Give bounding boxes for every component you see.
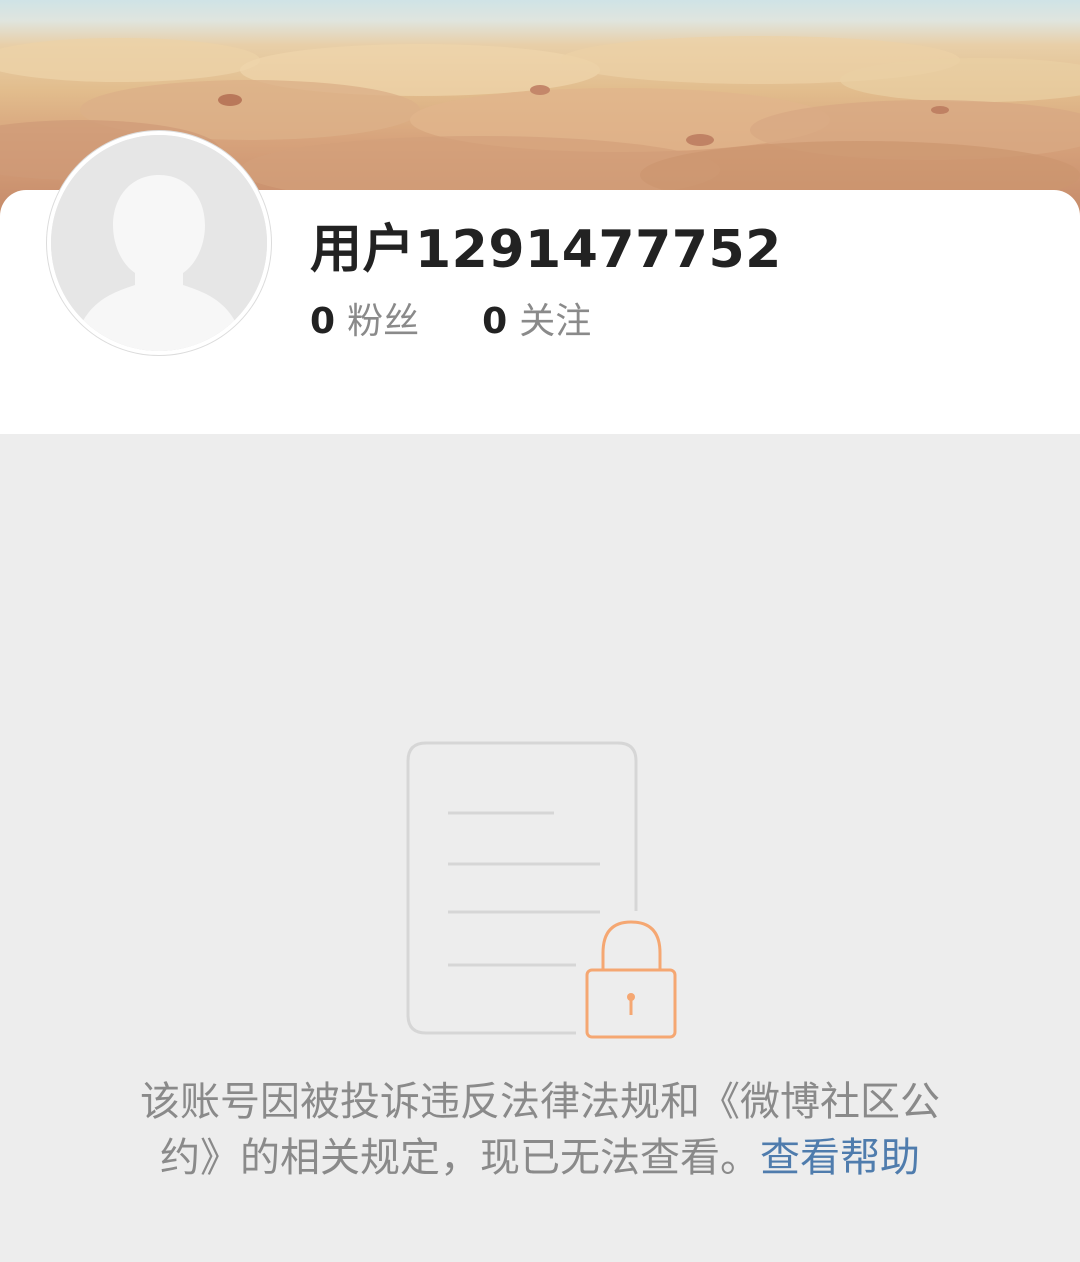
account-blocked-notice: 该账号因被投诉违反法律法规和《微博社区公 约》的相关规定，现已无法查看。查看帮助 bbox=[100, 1074, 980, 1186]
following-count: 0 bbox=[482, 301, 508, 342]
profile-stats: 0 粉丝 0 关注 bbox=[310, 296, 649, 348]
followers-label: 粉丝 bbox=[347, 301, 420, 342]
notice-line-2: 约》的相关规定，现已无法查看。查看帮助 bbox=[100, 1130, 980, 1186]
followers-stat[interactable]: 0 粉丝 bbox=[310, 296, 419, 354]
locked-document-icon bbox=[406, 741, 677, 1039]
lock-icon bbox=[585, 920, 677, 1039]
followers-count: 0 bbox=[310, 301, 336, 342]
view-help-link[interactable]: 查看帮助 bbox=[760, 1135, 920, 1181]
notice-line-2-text: 约》的相关规定，现已无法查看。 bbox=[160, 1135, 760, 1181]
following-stat[interactable]: 0 关注 bbox=[482, 296, 591, 354]
default-avatar-icon bbox=[51, 135, 267, 351]
following-label: 关注 bbox=[519, 301, 592, 342]
username: 用户1291477752 bbox=[310, 220, 782, 280]
avatar[interactable] bbox=[47, 131, 271, 355]
locked-document-illustration bbox=[400, 735, 690, 1045]
notice-line-1: 该账号因被投诉违反法律法规和《微博社区公 bbox=[140, 1079, 940, 1125]
